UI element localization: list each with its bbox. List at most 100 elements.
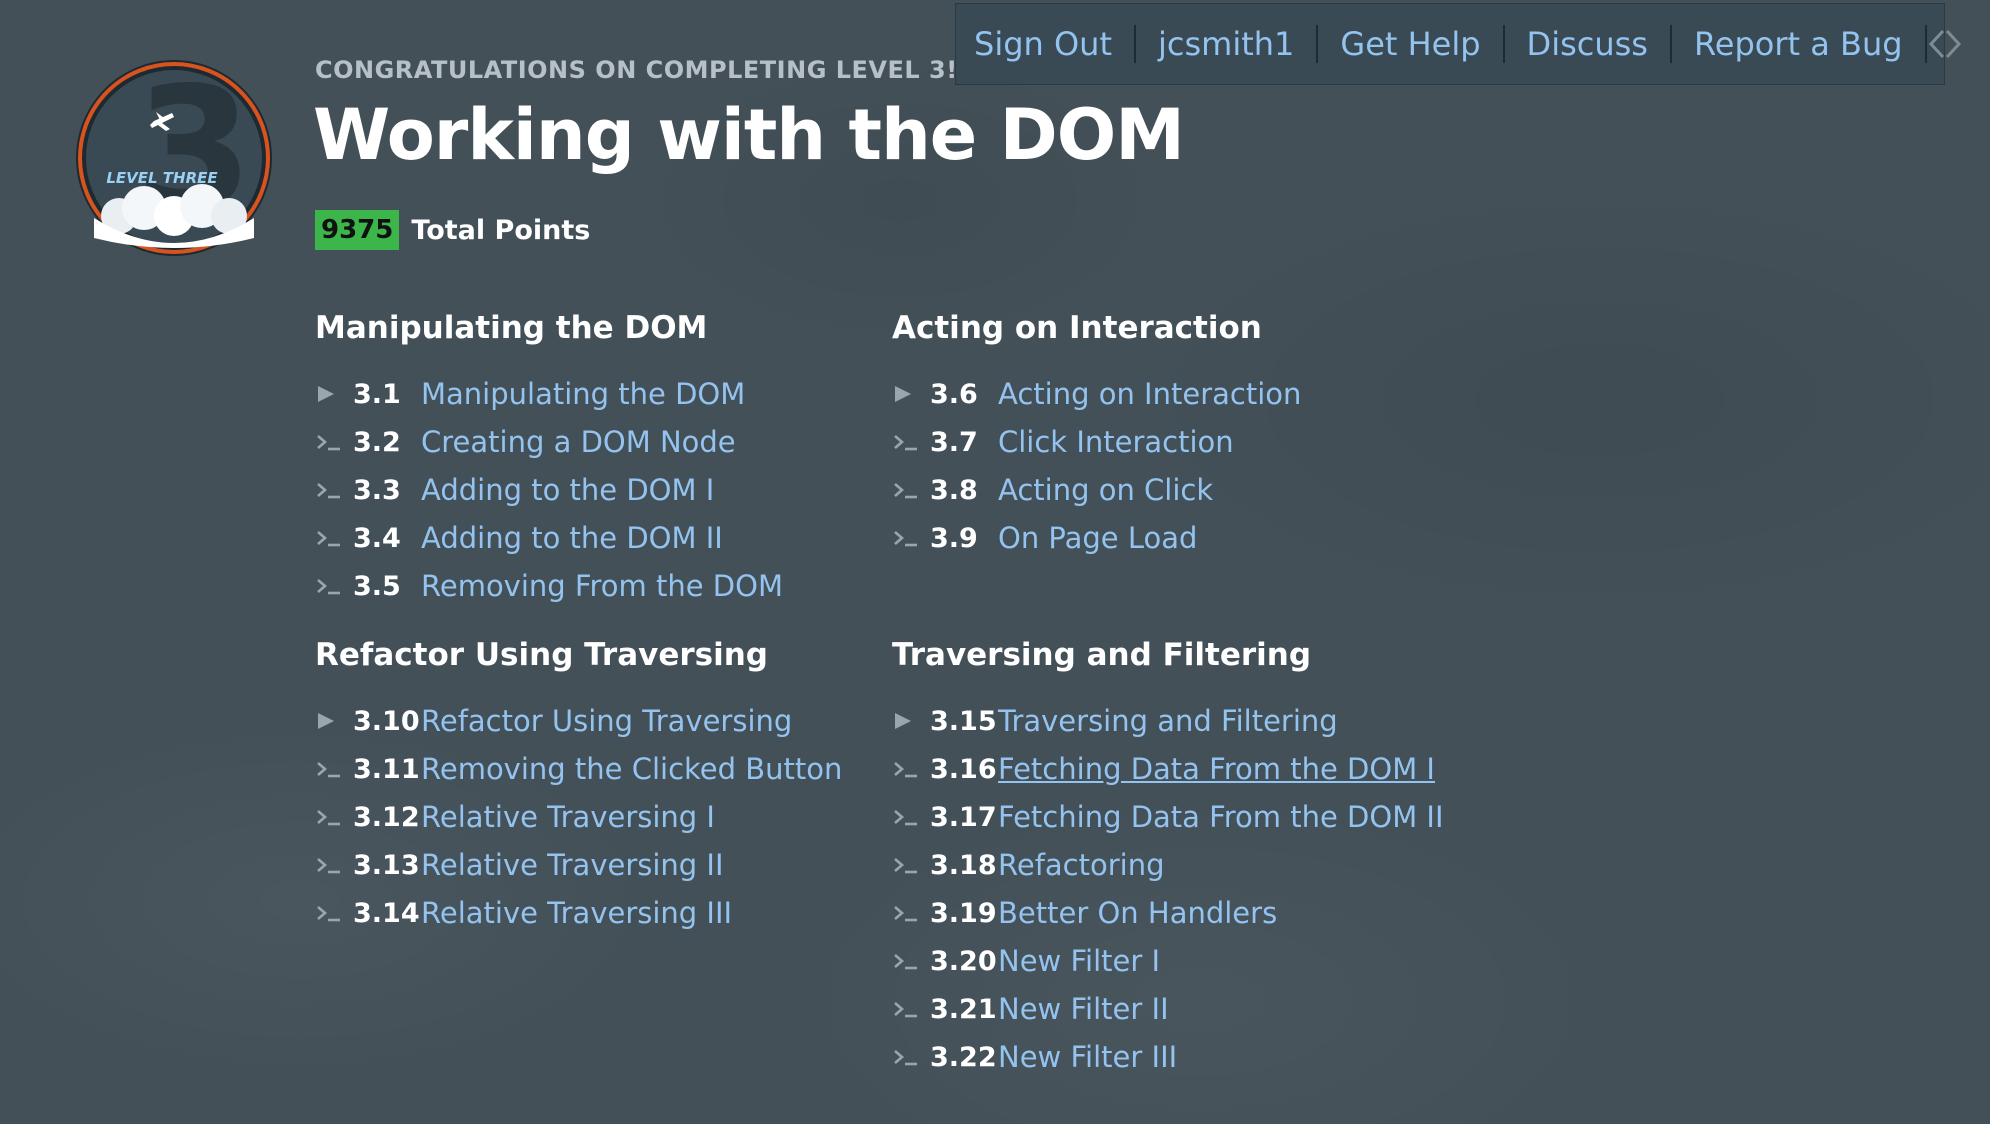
item-number: 3.7 bbox=[930, 426, 978, 458]
terminal-prompt-icon bbox=[892, 997, 930, 1021]
play-icon bbox=[892, 709, 930, 733]
list-item[interactable]: 3.20 New Filter I bbox=[892, 937, 1452, 985]
username-link[interactable]: jcsmith1 bbox=[1133, 25, 1316, 63]
item-number: 3.1 bbox=[353, 378, 401, 410]
points-label: Total Points bbox=[411, 214, 591, 246]
list-item[interactable]: 3.6 Acting on Interaction bbox=[892, 370, 1452, 418]
points-row: 9375 Total Points bbox=[315, 210, 590, 250]
list-item[interactable]: 3.15 Traversing and Filtering bbox=[892, 697, 1452, 745]
item-link[interactable]: Removing the Clicked Button bbox=[421, 752, 842, 786]
terminal-prompt-icon bbox=[315, 757, 353, 781]
item-number: 3.15 bbox=[930, 705, 997, 737]
terminal-prompt-icon bbox=[315, 901, 353, 925]
list-item[interactable]: 3.13 Relative Traversing II bbox=[315, 841, 875, 889]
terminal-prompt-icon bbox=[892, 478, 930, 502]
item-link[interactable]: Acting on Click bbox=[998, 473, 1213, 507]
level-badge: 3 LEVEL THREE bbox=[74, 51, 274, 258]
item-link[interactable]: Adding to the DOM II bbox=[421, 521, 723, 555]
item-number: 3.19 bbox=[930, 897, 997, 929]
list-item[interactable]: 3.19 Better On Handlers bbox=[892, 889, 1452, 937]
item-link[interactable]: Relative Traversing I bbox=[421, 800, 715, 834]
item-link[interactable]: Creating a DOM Node bbox=[421, 425, 736, 459]
item-number: 3.5 bbox=[353, 570, 401, 602]
play-icon bbox=[315, 382, 353, 406]
item-number: 3.10 bbox=[353, 705, 420, 737]
item-number: 3.12 bbox=[353, 801, 420, 833]
list-item[interactable]: 3.4 Adding to the DOM II bbox=[315, 514, 875, 562]
section-title: Traversing and Filtering bbox=[892, 637, 1312, 673]
list-item[interactable]: 3.18 Refactoring bbox=[892, 841, 1452, 889]
list-item[interactable]: 3.16 Fetching Data From the DOM I bbox=[892, 745, 1452, 793]
list-item[interactable]: 3.12 Relative Traversing I bbox=[315, 793, 875, 841]
item-number: 3.8 bbox=[930, 474, 978, 506]
item-link[interactable]: Relative Traversing III bbox=[421, 896, 732, 930]
code-brackets-icon[interactable] bbox=[1924, 25, 1963, 63]
item-number: 3.3 bbox=[353, 474, 401, 506]
item-number: 3.9 bbox=[930, 522, 978, 554]
discuss-link[interactable]: Discuss bbox=[1502, 25, 1670, 63]
item-number: 3.20 bbox=[930, 945, 997, 977]
terminal-prompt-icon bbox=[315, 574, 353, 598]
section-refactor-using-traversing: Refactor Using Traversing 3.10 Refactor … bbox=[315, 635, 875, 937]
list-item[interactable]: 3.7 Click Interaction bbox=[892, 418, 1452, 466]
list-item[interactable]: 3.14 Relative Traversing III bbox=[315, 889, 875, 937]
item-link[interactable]: Removing From the DOM bbox=[421, 569, 783, 603]
section-title: Manipulating the DOM bbox=[315, 310, 708, 346]
top-nav: Sign Out jcsmith1 Get Help Discuss Repor… bbox=[955, 3, 1961, 85]
terminal-prompt-icon bbox=[892, 1045, 930, 1069]
item-number: 3.21 bbox=[930, 993, 997, 1025]
item-number: 3.13 bbox=[353, 849, 420, 881]
item-link[interactable]: Relative Traversing II bbox=[421, 848, 724, 882]
terminal-prompt-icon bbox=[892, 901, 930, 925]
item-link[interactable]: On Page Load bbox=[998, 521, 1197, 555]
list-item[interactable]: 3.22 New Filter III bbox=[892, 1033, 1452, 1081]
terminal-prompt-icon bbox=[315, 430, 353, 454]
section-manipulating-the-dom: Manipulating the DOM 3.1 Manipulating th… bbox=[315, 308, 875, 610]
item-link[interactable]: Traversing and Filtering bbox=[998, 704, 1338, 738]
item-link[interactable]: Fetching Data From the DOM I bbox=[998, 752, 1435, 786]
item-link[interactable]: Better On Handlers bbox=[998, 896, 1277, 930]
list-item[interactable]: 3.3 Adding to the DOM I bbox=[315, 466, 875, 514]
item-link[interactable]: Manipulating the DOM bbox=[421, 377, 745, 411]
list-item[interactable]: 3.5 Removing From the DOM bbox=[315, 562, 875, 610]
item-link[interactable]: Refactoring bbox=[998, 848, 1165, 882]
item-number: 3.2 bbox=[353, 426, 401, 458]
item-link[interactable]: Refactor Using Traversing bbox=[421, 704, 792, 738]
list-item[interactable]: 3.1 Manipulating the DOM bbox=[315, 370, 875, 418]
item-link[interactable]: Adding to the DOM I bbox=[421, 473, 714, 507]
item-link[interactable]: New Filter I bbox=[998, 944, 1160, 978]
points-badge: 9375 bbox=[315, 210, 400, 250]
item-link[interactable]: Fetching Data From the DOM II bbox=[998, 800, 1444, 834]
item-number: 3.16 bbox=[930, 753, 997, 785]
list-item[interactable]: 3.11 Removing the Clicked Button bbox=[315, 745, 875, 793]
terminal-prompt-icon bbox=[892, 757, 930, 781]
sign-out-link[interactable]: Sign Out bbox=[974, 25, 1134, 63]
list-item[interactable]: 3.17 Fetching Data From the DOM II bbox=[892, 793, 1452, 841]
page-title: Working with the DOM bbox=[313, 94, 1185, 176]
report-bug-link[interactable]: Report a Bug bbox=[1669, 25, 1925, 63]
item-number: 3.14 bbox=[353, 897, 420, 929]
list-item[interactable]: 3.9 On Page Load bbox=[892, 514, 1452, 562]
list-item[interactable]: 3.2 Creating a DOM Node bbox=[315, 418, 875, 466]
terminal-prompt-icon bbox=[315, 478, 353, 502]
terminal-prompt-icon bbox=[315, 526, 353, 550]
congrats-message: CONGRATULATIONS ON COMPLETING LEVEL 3! bbox=[315, 56, 958, 84]
terminal-prompt-icon bbox=[892, 805, 930, 829]
terminal-prompt-icon bbox=[892, 949, 930, 973]
item-number: 3.6 bbox=[930, 378, 978, 410]
list-item[interactable]: 3.21 New Filter II bbox=[892, 985, 1452, 1033]
item-link[interactable]: New Filter III bbox=[998, 1040, 1177, 1074]
list-item[interactable]: 3.10 Refactor Using Traversing bbox=[315, 697, 875, 745]
item-link[interactable]: New Filter II bbox=[998, 992, 1169, 1026]
item-link[interactable]: Acting on Interaction bbox=[998, 377, 1301, 411]
terminal-prompt-icon bbox=[892, 526, 930, 550]
item-number: 3.22 bbox=[930, 1041, 997, 1073]
item-link[interactable]: Click Interaction bbox=[998, 425, 1234, 459]
get-help-link[interactable]: Get Help bbox=[1316, 25, 1502, 63]
play-icon bbox=[315, 709, 353, 733]
section-title: Refactor Using Traversing bbox=[315, 637, 768, 673]
section-traversing-and-filtering: Traversing and Filtering 3.15 Traversing… bbox=[892, 635, 1452, 1081]
list-item[interactable]: 3.8 Acting on Click bbox=[892, 466, 1452, 514]
terminal-prompt-icon bbox=[892, 853, 930, 877]
item-number: 3.4 bbox=[353, 522, 401, 554]
